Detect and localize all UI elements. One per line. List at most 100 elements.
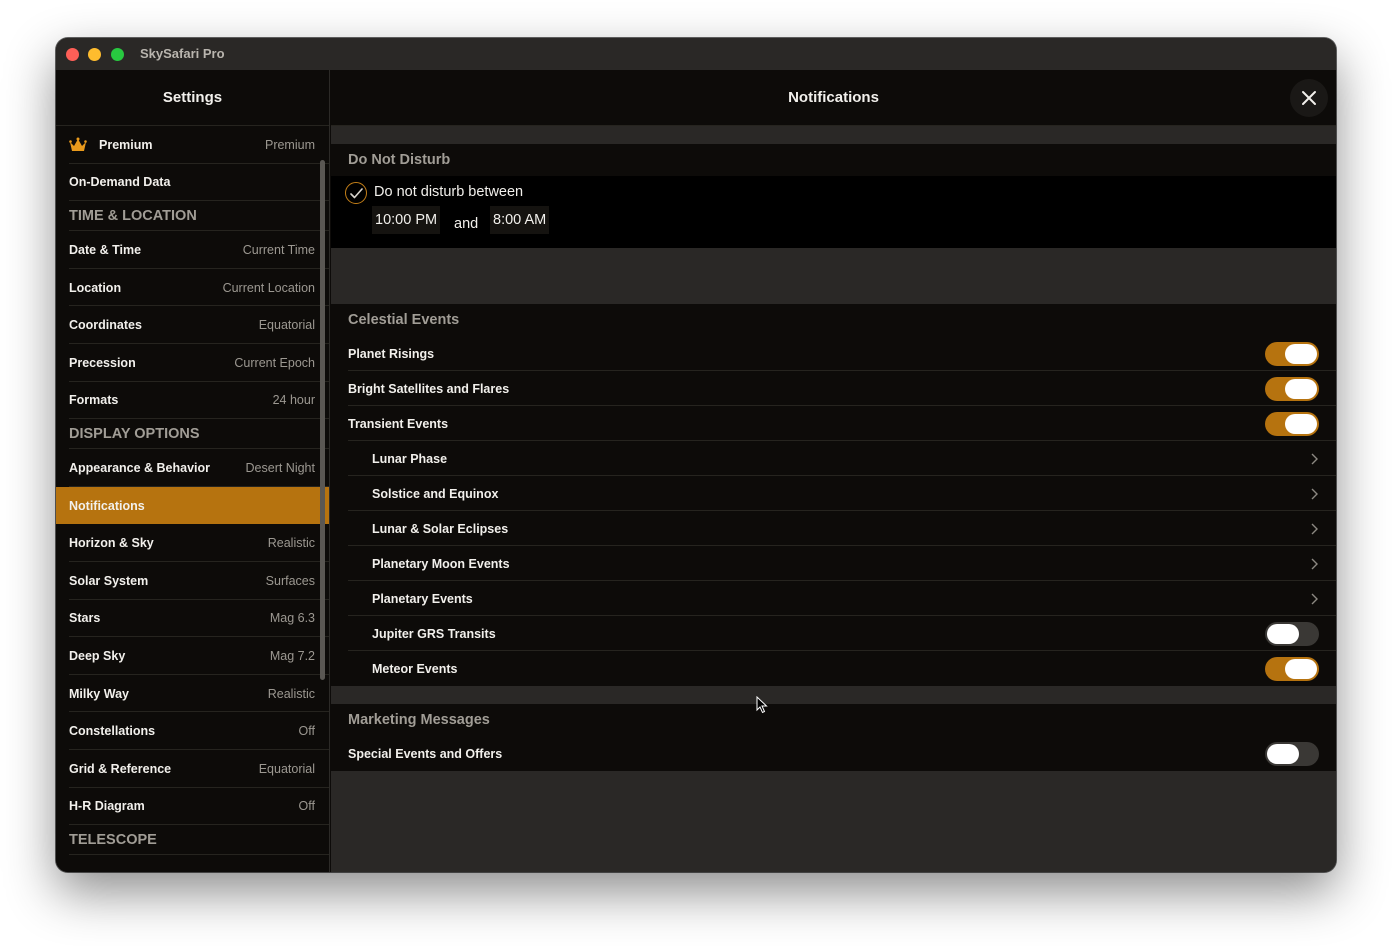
chevron-right-icon <box>1311 523 1318 534</box>
transient-events-toggle[interactable] <box>1265 411 1319 436</box>
toggle-knob <box>1285 413 1317 434</box>
sidebar-item-label: Stars <box>69 611 101 626</box>
dnd-group-title: Do Not Disturb <box>348 152 451 168</box>
special-events-toggle[interactable] <box>1265 741 1319 766</box>
sidebar-scrollbar[interactable] <box>320 160 325 680</box>
sidebar-item-label: Location <box>69 280 122 295</box>
row-solstice-equinox[interactable]: Solstice and Equinox <box>331 476 1336 511</box>
sidebar-item-label: Premium <box>99 137 153 152</box>
row-label: Special Events and Offers <box>348 746 503 761</box>
dnd-label: Do not disturb between <box>374 184 524 200</box>
sidebar-item-appearance-behavior[interactable]: Appearance & Behavior Desert Night <box>56 449 329 487</box>
sidebar-item-value: Surfaces <box>265 573 315 588</box>
row-label: Bright Satellites and Flares <box>348 381 510 396</box>
chevron-right-icon <box>1311 488 1318 499</box>
sidebar-item-coordinates[interactable]: Coordinates Equatorial <box>56 306 329 344</box>
sidebar-item-horizon-sky[interactable]: Horizon & Sky Realistic <box>56 524 329 562</box>
sidebar-item-value: Mag 7.2 <box>269 648 315 663</box>
toggle-knob <box>1267 623 1299 644</box>
row-bright-satellites: Bright Satellites and Flares <box>331 371 1336 406</box>
sidebar-item-value: Equatorial <box>258 318 315 333</box>
sidebar-item-solar-system[interactable]: Solar System Surfaces <box>56 562 329 600</box>
sidebar-item-value: Realistic <box>267 686 315 701</box>
row-planetary-events[interactable]: Planetary Events <box>331 581 1336 616</box>
chevron-right-icon <box>1311 558 1318 569</box>
sidebar-item-constellations[interactable]: Constellations Off <box>56 712 329 750</box>
window-close-button[interactable] <box>66 48 79 61</box>
toggle-knob <box>1285 378 1317 399</box>
sidebar-item-value: 24 hour <box>272 393 315 408</box>
row-planetary-moon-events[interactable]: Planetary Moon Events <box>331 546 1336 581</box>
sidebar-item-value: Realistic <box>267 536 315 551</box>
toggle-knob <box>1267 743 1299 764</box>
sidebar-item-milky-way[interactable]: Milky Way Realistic <box>56 675 329 713</box>
dnd-end-time[interactable]: 8:00 AM <box>490 206 550 234</box>
section-header-telescope: TELESCOPE <box>56 825 329 856</box>
checkmark-icon <box>349 187 363 198</box>
sidebar-item-hr-diagram[interactable]: H-R Diagram Off <box>56 788 329 826</box>
dnd-and-label: and <box>454 216 479 232</box>
window-zoom-button[interactable] <box>111 48 124 61</box>
window-minimize-button[interactable] <box>88 48 101 61</box>
planet-risings-toggle[interactable] <box>1265 341 1319 366</box>
sidebar-item-formats[interactable]: Formats 24 hour <box>56 382 329 420</box>
row-label: Meteor Events <box>372 661 458 676</box>
row-label: Jupiter GRS Transits <box>372 626 496 641</box>
sidebar-item-precession[interactable]: Precession Current Epoch <box>56 344 329 382</box>
sidebar-item-value: Desert Night <box>245 460 315 475</box>
row-label: Planet Risings <box>348 346 435 361</box>
row-label: Planetary Events <box>372 591 473 606</box>
meteor-events-toggle[interactable] <box>1265 656 1319 681</box>
sidebar-item-value: Equatorial <box>258 761 315 776</box>
sidebar-item-label: H-R Diagram <box>69 799 145 814</box>
sidebar-item-stars[interactable]: Stars Mag 6.3 <box>56 600 329 638</box>
panel-title: Notifications <box>788 89 879 106</box>
sidebar-item-value: Mag 6.3 <box>269 611 315 626</box>
sidebar-item-value: Current Location <box>222 280 315 295</box>
dnd-start-time[interactable]: 10:00 PM <box>372 206 441 234</box>
row-label: Transient Events <box>348 416 449 431</box>
row-meteor-events: Meteor Events <box>331 651 1336 686</box>
row-jupiter-grs-transits: Jupiter GRS Transits <box>331 616 1336 651</box>
celestial-events-title: Celestial Events <box>348 312 460 328</box>
toggle-knob <box>1285 343 1317 364</box>
jupiter-grs-toggle[interactable] <box>1265 621 1319 646</box>
close-icon <box>1302 91 1316 105</box>
row-label: Lunar Phase <box>372 451 448 466</box>
title-bar: SkySafari Pro <box>56 38 1336 70</box>
sidebar-item-grid-reference[interactable]: Grid & Reference Equatorial <box>56 750 329 788</box>
sidebar-item-label: Notifications <box>69 498 145 513</box>
dnd-group: Do Not Disturb Do not disturb between 10… <box>331 144 1336 248</box>
sidebar-item-location[interactable]: Location Current Location <box>56 269 329 307</box>
sidebar-title: Settings <box>56 70 329 126</box>
sidebar-item-label: Solar System <box>69 573 149 588</box>
sidebar-item-value: Off <box>298 799 315 814</box>
app-title: SkySafari Pro <box>140 46 225 61</box>
sidebar-item-notifications[interactable]: Notifications <box>56 486 329 525</box>
dnd-checkbox[interactable] <box>345 182 367 204</box>
sidebar-item-value: Premium <box>264 137 315 152</box>
sidebar-item-value: Off <box>298 724 315 739</box>
row-label: Solstice and Equinox <box>372 486 499 501</box>
section-header-display-options: DISPLAY OPTIONS <box>56 419 329 450</box>
sidebar-item-label: On-Demand Data <box>69 175 171 190</box>
sidebar-item-deep-sky[interactable]: Deep Sky Mag 7.2 <box>56 637 329 675</box>
row-lunar-solar-eclipses[interactable]: Lunar & Solar Eclipses <box>331 511 1336 546</box>
bright-satellites-toggle[interactable] <box>1265 376 1319 401</box>
mouse-cursor-icon <box>756 696 768 714</box>
sidebar-item-premium[interactable]: Premium Premium <box>56 126 329 164</box>
close-button[interactable] <box>1290 79 1328 117</box>
marketing-messages-title: Marketing Messages <box>348 712 490 728</box>
notifications-panel: Notifications Do Not Disturb Do not dist… <box>331 70 1336 872</box>
sidebar-item-label: Coordinates <box>69 318 142 333</box>
row-label: Lunar & Solar Eclipses <box>372 521 509 536</box>
row-lunar-phase[interactable]: Lunar Phase <box>331 441 1336 476</box>
row-planet-risings: Planet Risings <box>331 336 1336 371</box>
app-window: SkySafari Pro Settings Premium Premium O… <box>56 38 1336 872</box>
sidebar-item-on-demand-data[interactable]: On-Demand Data <box>56 164 329 202</box>
sidebar-item-label: Date & Time <box>69 242 142 257</box>
chevron-right-icon <box>1311 593 1318 604</box>
panel-header: Notifications <box>331 70 1336 126</box>
sidebar-item-date-time[interactable]: Date & Time Current Time <box>56 231 329 269</box>
sidebar-item-label: Formats <box>69 393 119 408</box>
